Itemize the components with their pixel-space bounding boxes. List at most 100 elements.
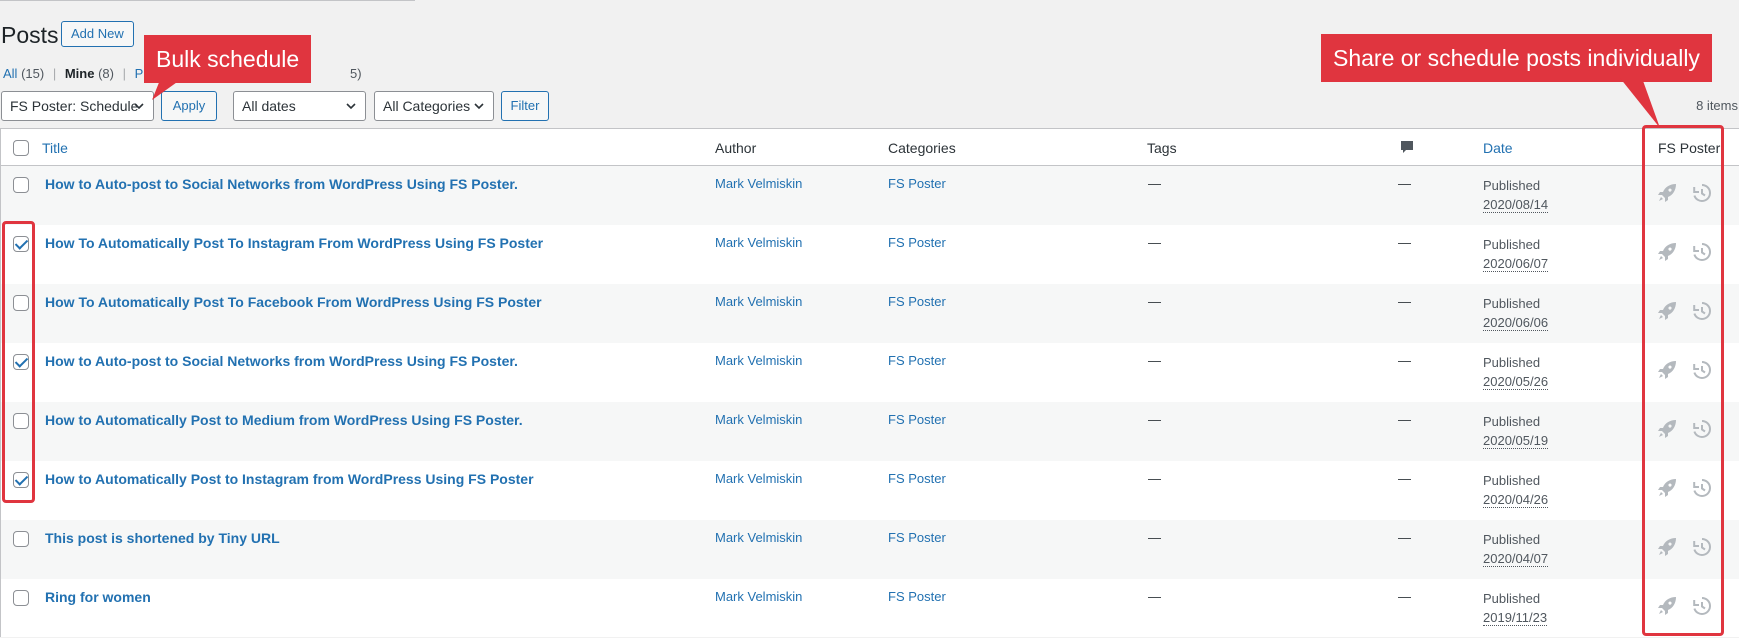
view-mine-count: (8) [98,66,114,81]
column-author: Author [715,140,757,156]
status-label: Published [1483,473,1541,488]
author-link[interactable]: Mark Velmiskin [715,294,802,309]
row-checkbox[interactable] [13,590,29,606]
post-status: Published 2020/08/14 [1483,176,1549,214]
comments-value: — [1398,530,1411,545]
view-all-link[interactable]: All [3,66,17,81]
status-label: Published [1483,591,1541,606]
post-status: Published 2020/06/06 [1483,294,1549,332]
date-filter-select[interactable]: All dates [233,91,366,121]
callout-pointer [1620,78,1660,128]
category-filter-select[interactable]: All Categories [374,91,494,121]
status-label: Published [1483,532,1541,547]
items-count: 8 items [1696,98,1738,113]
select-all-checkbox[interactable] [13,140,29,156]
post-date: 2020/04/26 [1483,492,1549,508]
individual-share-callout: Share or schedule posts individually [1321,34,1712,82]
row-checkbox[interactable] [13,531,29,547]
category-link[interactable]: FS Poster [888,294,946,309]
author-link[interactable]: Mark Velmiskin [715,471,802,486]
post-status: Published 2019/11/23 [1483,589,1548,627]
column-date[interactable]: Date [1483,140,1513,156]
table-header: Title Author Categories Tags Date FS Pos… [1,129,1739,166]
status-label: Published [1483,414,1541,429]
comments-value: — [1398,294,1411,309]
status-label: Published [1483,178,1541,193]
post-title-link[interactable]: How to Auto-post to Social Networks from… [45,353,518,369]
category-link[interactable]: FS Poster [888,589,946,604]
post-date: 2020/04/07 [1483,551,1549,567]
post-status: Published 2020/05/19 [1483,412,1549,450]
filter-button[interactable]: Filter [501,91,549,121]
column-tags: Tags [1147,140,1177,156]
post-title-link[interactable]: Ring for women [45,589,151,605]
row-checkbox[interactable] [13,177,29,193]
table-row: Ring for women Mark Velmiskin FS Poster — — P… [1,579,1739,638]
post-status: Published 2020/04/26 [1483,471,1549,509]
post-date: 2020/06/07 [1483,256,1549,272]
post-title-link[interactable]: How To Automatically Post To Instagram F… [45,235,543,251]
author-link[interactable]: Mark Velmiskin [715,412,802,427]
add-new-button[interactable]: Add New [61,21,134,47]
column-title[interactable]: Title [42,140,68,156]
date-filter-value: All dates [242,98,296,114]
comments-value: — [1398,471,1411,486]
bulk-action-select[interactable]: FS Poster: Schedule [1,91,154,121]
post-status: Published 2020/06/07 [1483,235,1549,273]
tags-value: — [1148,412,1161,427]
category-link[interactable]: FS Poster [888,412,946,427]
page-title: Posts [1,22,59,48]
post-date: 2019/11/23 [1483,610,1548,626]
comments-value: — [1398,353,1411,368]
status-label: Published [1483,296,1541,311]
posts-table: Title Author Categories Tags Date FS Pos… [0,128,1739,637]
view-all-count: (15) [21,66,45,81]
table-row: How To Automatically Post To Facebook Fr… [1,284,1739,343]
tags-value: — [1148,294,1161,309]
post-title-link[interactable]: This post is shortened by Tiny URL [45,530,280,546]
category-link[interactable]: FS Poster [888,471,946,486]
tags-value: — [1148,530,1161,545]
author-link[interactable]: Mark Velmiskin [715,176,802,191]
post-date: 2020/05/26 [1483,374,1549,390]
post-date: 2020/08/14 [1483,197,1549,213]
category-link[interactable]: FS Poster [888,235,946,250]
view-mine-link[interactable]: Mine [65,66,95,81]
post-title-link[interactable]: How To Automatically Post To Facebook Fr… [45,294,542,310]
category-link[interactable]: FS Poster [888,176,946,191]
category-filter-value: All Categories [383,98,471,114]
view-separator: | [122,66,126,81]
post-title-link[interactable]: How to Automatically Post to Medium from… [45,412,523,428]
post-title-link[interactable]: How to Automatically Post to Instagram f… [45,471,534,487]
category-link[interactable]: FS Poster [888,530,946,545]
column-categories: Categories [888,140,956,156]
comments-value: — [1398,412,1411,427]
author-link[interactable]: Mark Velmiskin [715,530,802,545]
bulk-action-value: FS Poster: Schedule [10,98,139,114]
chevron-down-icon [474,103,484,110]
post-date: 2020/05/19 [1483,433,1549,449]
comments-value: — [1398,176,1411,191]
table-row: How To Automatically Post To Instagram F… [1,225,1739,284]
status-label: Published [1483,355,1541,370]
tags-value: — [1148,176,1161,191]
comment-bubble-icon[interactable] [1399,139,1415,155]
post-title-link[interactable]: How to Auto-post to Social Networks from… [45,176,518,192]
author-link[interactable]: Mark Velmiskin [715,589,802,604]
post-date: 2020/06/06 [1483,315,1549,331]
chevron-down-icon [346,103,356,110]
post-status: Published 2020/04/07 [1483,530,1549,568]
category-link[interactable]: FS Poster [888,353,946,368]
table-row: How to Auto-post to Social Networks from… [1,343,1739,402]
comments-value: — [1398,235,1411,250]
table-row: This post is shortened by Tiny URL Mark V… [1,520,1739,579]
author-link[interactable]: Mark Velmiskin [715,235,802,250]
view-separator: | [52,66,57,81]
status-label: Published [1483,237,1541,252]
author-link[interactable]: Mark Velmiskin [715,353,802,368]
post-status: Published 2020/05/26 [1483,353,1549,391]
tags-value: — [1148,353,1161,368]
view-tail-count: 5) [350,66,362,81]
top-divider [0,0,415,1]
tags-value: — [1148,471,1161,486]
